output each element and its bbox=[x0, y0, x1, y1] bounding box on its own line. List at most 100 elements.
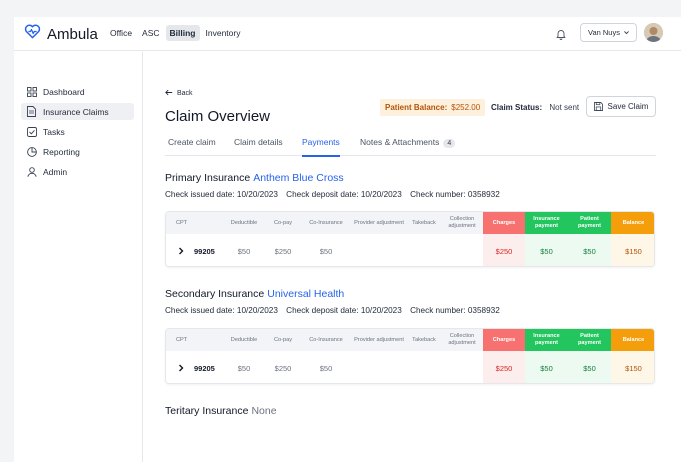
col-copay-cell: $250 bbox=[274, 363, 292, 373]
cpt-cell: 99205 bbox=[166, 234, 223, 266]
table-header: CPT Deductible Co-pay Co-Insurance Provider … bbox=[166, 329, 654, 351]
secondary-insurance-title: Secondary Insurance Universal Health bbox=[165, 288, 344, 300]
col-balance-cell: $150 bbox=[611, 234, 654, 266]
sidebar-item-insurance-claims[interactable]: Insurance Claims bbox=[21, 103, 134, 120]
patient-balance-value: $252.00 bbox=[451, 103, 481, 112]
main-content: Back Claim Overview Patient Balance: $25… bbox=[144, 52, 681, 462]
chevron-down-icon bbox=[623, 29, 630, 38]
tab-label: Notes & Attachments bbox=[360, 137, 440, 147]
checkbox-icon bbox=[26, 126, 37, 137]
claim-status-label: Claim Status: bbox=[491, 103, 543, 112]
cpt-cell: 99205 bbox=[166, 351, 223, 383]
page-title: Claim Overview bbox=[165, 108, 271, 125]
user-icon bbox=[26, 166, 37, 177]
back-label: Back bbox=[177, 90, 193, 97]
table-row[interactable]: 99205 $50 $250 $50 $250 $50 $50 $150 bbox=[166, 234, 654, 266]
chevron-right-icon[interactable] bbox=[178, 247, 184, 255]
save-claim-button[interactable]: Save Claim bbox=[586, 96, 656, 117]
col-balance-header: Balance bbox=[611, 212, 654, 234]
col-deductible-header: Deductible bbox=[230, 336, 258, 343]
tab-claim-details[interactable]: Claim details bbox=[234, 137, 283, 155]
secondary-payments-table: CPT Deductible Co-pay Co-Insurance Provider … bbox=[165, 328, 655, 384]
tab-create-claim[interactable]: Create claim bbox=[168, 137, 216, 155]
col-patient-payment-cell: $50 bbox=[568, 234, 611, 266]
sidebar-item-dashboard[interactable]: Dashboard bbox=[21, 83, 134, 100]
check-issued-date: Check issued date: 10/20/2023 bbox=[165, 306, 278, 315]
document-icon bbox=[26, 106, 37, 117]
tab-payments[interactable]: Payments bbox=[302, 137, 340, 157]
secondary-check-info: Check issued date: 10/20/2023 Check depo… bbox=[165, 306, 506, 315]
col-balance-header: Balance bbox=[611, 329, 654, 351]
col-copay-header: Co-pay bbox=[273, 336, 293, 343]
col-provider-adjustment-header: Provider adjustment bbox=[354, 219, 404, 226]
col-provider-adjustment-cell bbox=[351, 234, 407, 266]
sidebar-item-reporting[interactable]: Reporting bbox=[21, 143, 134, 160]
primary-insurance-title: Primary Insurance Anthem Blue Cross bbox=[165, 172, 344, 184]
nav-asc[interactable]: ASC bbox=[138, 25, 163, 41]
chevron-right-icon[interactable] bbox=[178, 364, 184, 372]
save-claim-label: Save Claim bbox=[607, 102, 649, 111]
secondary-insurance-label: Secondary Insurance bbox=[165, 288, 265, 300]
sidebar-item-label: Dashboard bbox=[43, 86, 85, 97]
check-issued-date: Check issued date: 10/20/2023 bbox=[165, 190, 278, 199]
tab-notes-attachments[interactable]: Notes & Attachments 4 bbox=[360, 137, 456, 156]
save-icon bbox=[593, 102, 603, 111]
col-copay-header: Co-pay bbox=[273, 219, 293, 226]
col-coinsurance-header: Co-Insurance bbox=[309, 219, 343, 226]
col-cpt-header: CPT bbox=[176, 219, 188, 226]
col-takeback-cell bbox=[407, 351, 441, 383]
col-charges-cell: $250 bbox=[483, 351, 525, 383]
avatar[interactable] bbox=[644, 23, 663, 42]
col-cpt-header: CPT bbox=[176, 336, 188, 343]
nav-inventory[interactable]: Inventory bbox=[202, 25, 245, 41]
sidebar-item-label: Tasks bbox=[43, 126, 65, 137]
sidebar-item-tasks[interactable]: Tasks bbox=[21, 123, 134, 140]
col-patient-payment-header: Patient payment bbox=[568, 212, 611, 234]
back-link[interactable]: Back bbox=[165, 89, 193, 98]
sidebar-item-label: Reporting bbox=[43, 146, 80, 157]
table-row[interactable]: 99205 $50 $250 $50 $250 $50 $50 $150 bbox=[166, 351, 654, 383]
patient-balance-badge: Patient Balance: $252.00 bbox=[380, 99, 486, 116]
check-number: Check number: 0358932 bbox=[410, 190, 500, 199]
col-takeback-header: Takeback bbox=[412, 219, 436, 226]
nav-billing[interactable]: Billing bbox=[165, 25, 200, 41]
col-provider-adjustment-cell bbox=[351, 351, 407, 383]
check-deposit-date: Check deposit date: 10/20/2023 bbox=[286, 190, 402, 199]
sidebar: Dashboard Insurance Claims Tasks Reporti… bbox=[14, 52, 143, 462]
col-insurance-payment-header: Insurance payment bbox=[525, 329, 568, 351]
tab-bar: Create claim Claim details Payments Note… bbox=[165, 134, 656, 157]
app-name: Ambula bbox=[47, 25, 98, 43]
col-insurance-payment-header: Insurance payment bbox=[525, 212, 568, 234]
sidebar-item-label: Admin bbox=[43, 166, 68, 177]
location-select[interactable]: Van Nuys bbox=[580, 23, 637, 42]
tertiary-insurance-title: Teritary Insurance None bbox=[165, 405, 277, 417]
patient-balance-label: Patient Balance: bbox=[385, 103, 448, 112]
nav-office[interactable]: Office bbox=[106, 25, 136, 41]
col-patient-payment-cell: $50 bbox=[568, 351, 611, 383]
col-insurance-payment-cell: $50 bbox=[525, 234, 568, 266]
col-collection-adjustment-header: Collection adjustment bbox=[448, 216, 476, 229]
col-collection-adjustment-header: Collection adjustment bbox=[448, 333, 476, 346]
col-coinsurance-cell: $50 bbox=[319, 246, 333, 256]
pie-chart-icon bbox=[26, 146, 37, 157]
notes-count-badge: 4 bbox=[443, 139, 456, 148]
bell-icon[interactable] bbox=[556, 27, 566, 45]
claim-status: Claim Status: Not sent bbox=[491, 103, 579, 112]
claim-status-value: Not sent bbox=[549, 103, 580, 112]
col-charges-header: Charges bbox=[483, 329, 525, 351]
secondary-carrier[interactable]: Universal Health bbox=[267, 288, 344, 300]
top-bar: Ambula Office ASC Billing Inventory Van … bbox=[14, 17, 681, 51]
sidebar-item-admin[interactable]: Admin bbox=[21, 163, 134, 180]
col-coinsurance-header: Co-Insurance bbox=[309, 336, 343, 343]
check-deposit-date: Check deposit date: 10/20/2023 bbox=[286, 306, 402, 315]
col-deductible-header: Deductible bbox=[230, 219, 258, 226]
location-value: Van Nuys bbox=[588, 28, 620, 37]
primary-payments-table: CPT Deductible Co-pay Co-Insurance Provider … bbox=[165, 211, 655, 267]
arrow-left-icon bbox=[165, 89, 173, 98]
sidebar-item-label: Insurance Claims bbox=[43, 106, 109, 117]
col-collection-adjustment-cell bbox=[441, 234, 483, 266]
tertiary-insurance-label: Teritary Insurance bbox=[165, 405, 249, 417]
logo[interactable]: Ambula bbox=[24, 24, 98, 44]
primary-carrier[interactable]: Anthem Blue Cross bbox=[253, 172, 343, 184]
top-nav: Office ASC Billing Inventory bbox=[106, 25, 246, 41]
